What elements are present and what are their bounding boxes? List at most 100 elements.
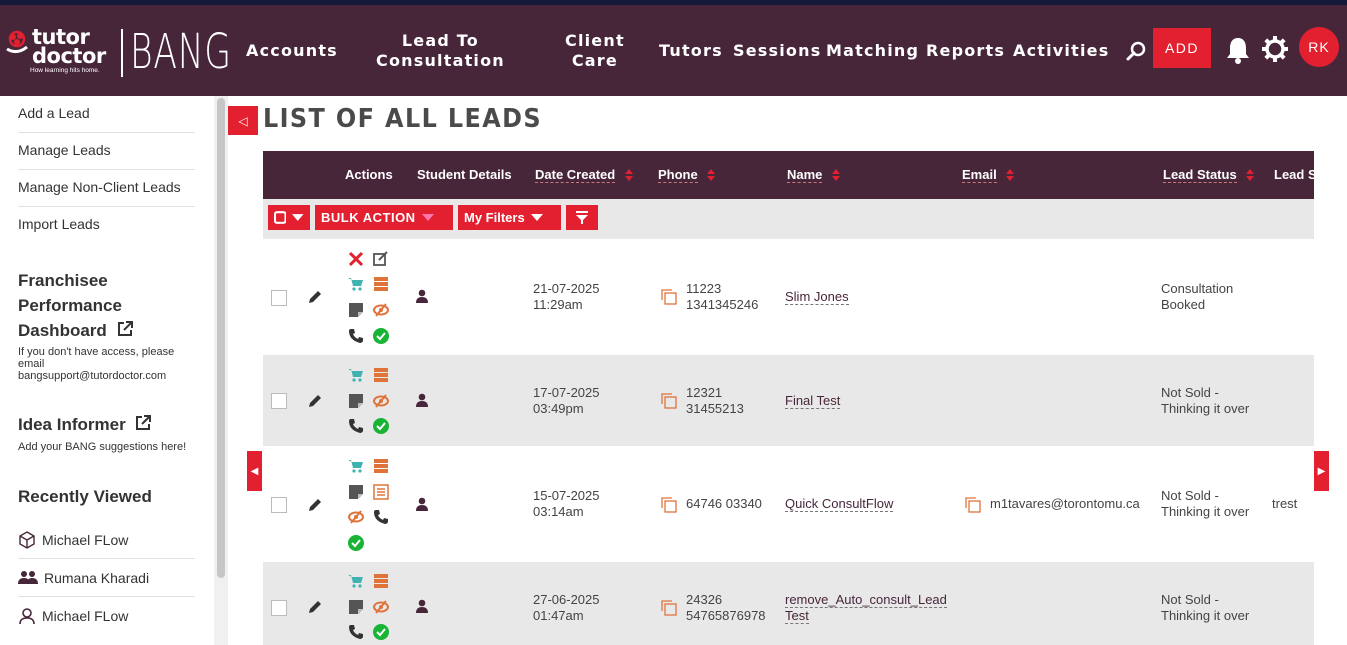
table-row: 21-07-2025 11:29am 11223 1341345246 Slim… — [263, 239, 1314, 355]
sidebar-manage-leads[interactable]: Manage Leads — [18, 133, 195, 170]
eye-slash-icon[interactable] — [373, 302, 389, 318]
check-circle-icon[interactable] — [348, 535, 364, 551]
row-checkbox[interactable] — [271, 290, 287, 306]
select-all-dropdown[interactable] — [268, 205, 310, 230]
sort-icon — [832, 169, 841, 181]
delete-x-icon[interactable] — [348, 251, 364, 267]
col-lead-status[interactable]: Lead Status — [1163, 167, 1255, 183]
check-circle-icon[interactable] — [373, 418, 389, 434]
edit-pencil-icon[interactable] — [307, 497, 323, 513]
sidebar-import-leads[interactable]: Import Leads — [18, 207, 195, 244]
lead-name-link[interactable]: Final Test — [785, 393, 841, 409]
bell-icon[interactable] — [1225, 36, 1251, 64]
idea-informer-link[interactable]: Idea Informer — [18, 412, 152, 437]
nav-lead-to-consultation[interactable]: Lead To Consultation — [376, 31, 505, 71]
collapse-sidebar-button[interactable]: ◁ — [228, 106, 258, 135]
dashboard-title-line1[interactable]: Franchisee — [18, 268, 108, 293]
scroll-right-button[interactable]: ▶ — [1314, 451, 1329, 491]
eye-slash-icon[interactable] — [373, 393, 389, 409]
lead-name-link[interactable]: remove_Auto_consult_Lead Test — [785, 592, 947, 624]
eye-slash-icon[interactable] — [348, 509, 364, 525]
cart-icon[interactable] — [348, 458, 364, 474]
col-date-created[interactable]: Date Created — [535, 167, 633, 183]
server-list-icon[interactable] — [373, 276, 389, 292]
phone-line1: 11223 — [686, 281, 722, 296]
idea-informer-title: Idea Informer — [18, 415, 126, 434]
add-button[interactable]: ADD — [1153, 28, 1211, 68]
cart-icon[interactable] — [348, 367, 364, 383]
sort-icon — [1246, 169, 1255, 181]
row-checkbox[interactable] — [271, 497, 287, 513]
sidebar-manage-non-client-leads[interactable]: Manage Non-Client Leads — [18, 170, 195, 207]
row-checkbox[interactable] — [271, 600, 287, 616]
col-email[interactable]: Email — [962, 167, 1015, 183]
dashboard-access-note: If you don't have access, please email b… — [18, 346, 175, 382]
sidebar-scroll-thumb[interactable] — [217, 98, 225, 578]
nav-sessions[interactable]: Sessions — [733, 41, 821, 61]
search-icon[interactable] — [1126, 40, 1148, 62]
col-lead-stage[interactable]: Lead St — [1274, 167, 1314, 182]
student-person-icon[interactable] — [415, 393, 429, 407]
recent-item[interactable]: Rumana Kharadi — [18, 559, 195, 597]
eye-slash-icon[interactable] — [373, 599, 389, 615]
sticky-note-icon[interactable] — [348, 599, 364, 615]
my-filters-button[interactable]: My Filters — [458, 205, 561, 230]
student-person-icon[interactable] — [415, 599, 429, 613]
tutor-doctor-logo[interactable]: tutor doctor How learning hits home. — [4, 25, 114, 81]
nav-activities[interactable]: Activities — [1013, 41, 1109, 61]
phone-icon[interactable] — [348, 624, 364, 640]
dashboard-title-line3: Dashboard — [18, 321, 107, 340]
sticky-note-icon[interactable] — [348, 302, 364, 318]
user-avatar[interactable]: RK — [1299, 27, 1339, 67]
server-list-icon[interactable] — [373, 367, 389, 383]
phone-icon[interactable] — [348, 328, 364, 344]
filter-button[interactable] — [566, 205, 598, 230]
nav-reports[interactable]: Reports — [926, 41, 1005, 61]
dashboard-link[interactable]: Dashboard — [18, 318, 134, 343]
student-person-icon[interactable] — [415, 289, 429, 303]
phone-icon[interactable] — [348, 418, 364, 434]
phone-icon[interactable] — [373, 509, 389, 525]
copy-icon[interactable] — [661, 289, 677, 305]
lead-name-link[interactable]: Quick ConsultFlow — [785, 496, 894, 512]
copy-icon[interactable] — [661, 393, 677, 409]
student-person-icon[interactable] — [415, 497, 429, 511]
edit-pencil-icon[interactable] — [307, 599, 323, 615]
edit-pencil-icon[interactable] — [307, 289, 323, 305]
nav-tutors[interactable]: Tutors — [659, 41, 723, 61]
copy-icon[interactable] — [661, 497, 677, 513]
bulk-action-button[interactable]: BULK ACTION — [315, 205, 453, 230]
logo-tagline: How learning hits home. — [30, 67, 100, 74]
copy-icon[interactable] — [965, 497, 981, 513]
lead-name-link[interactable]: Slim Jones — [785, 289, 849, 305]
edit-note-icon[interactable] — [373, 251, 389, 267]
sticky-note-icon[interactable] — [348, 393, 364, 409]
cart-icon[interactable] — [348, 573, 364, 589]
caret-down-icon — [530, 213, 543, 221]
col-name-label: Name — [787, 167, 823, 183]
edit-pencil-icon[interactable] — [307, 393, 323, 409]
list-document-icon[interactable] — [373, 484, 389, 500]
sticky-note-icon[interactable] — [348, 484, 364, 500]
col-name[interactable]: Name — [787, 167, 841, 183]
nav-lead-to-consultation-line1: Lead To — [401, 31, 479, 50]
check-circle-icon[interactable] — [373, 328, 389, 344]
server-list-icon[interactable] — [373, 458, 389, 474]
col-phone[interactable]: Phone — [658, 167, 716, 183]
row-checkbox[interactable] — [271, 393, 287, 409]
dashboard-title-line2[interactable]: Performance — [18, 293, 122, 318]
cart-icon[interactable] — [348, 276, 364, 292]
scroll-left-button[interactable]: ◀ — [247, 451, 262, 491]
nav-client-care[interactable]: Client Care — [565, 31, 625, 71]
nav-accounts[interactable]: Accounts — [246, 41, 338, 61]
gear-icon[interactable] — [1261, 35, 1289, 63]
recent-item[interactable]: Michael FLow — [18, 521, 195, 559]
col-student-details: Student Details — [417, 167, 512, 182]
server-list-icon[interactable] — [373, 573, 389, 589]
check-circle-icon[interactable] — [373, 624, 389, 640]
nav-matching[interactable]: Matching — [826, 41, 919, 61]
copy-icon[interactable] — [661, 600, 677, 616]
logo-divider — [121, 29, 123, 77]
recent-item[interactable]: Michael FLow — [18, 597, 195, 635]
sidebar-add-lead[interactable]: Add a Lead — [18, 96, 195, 133]
